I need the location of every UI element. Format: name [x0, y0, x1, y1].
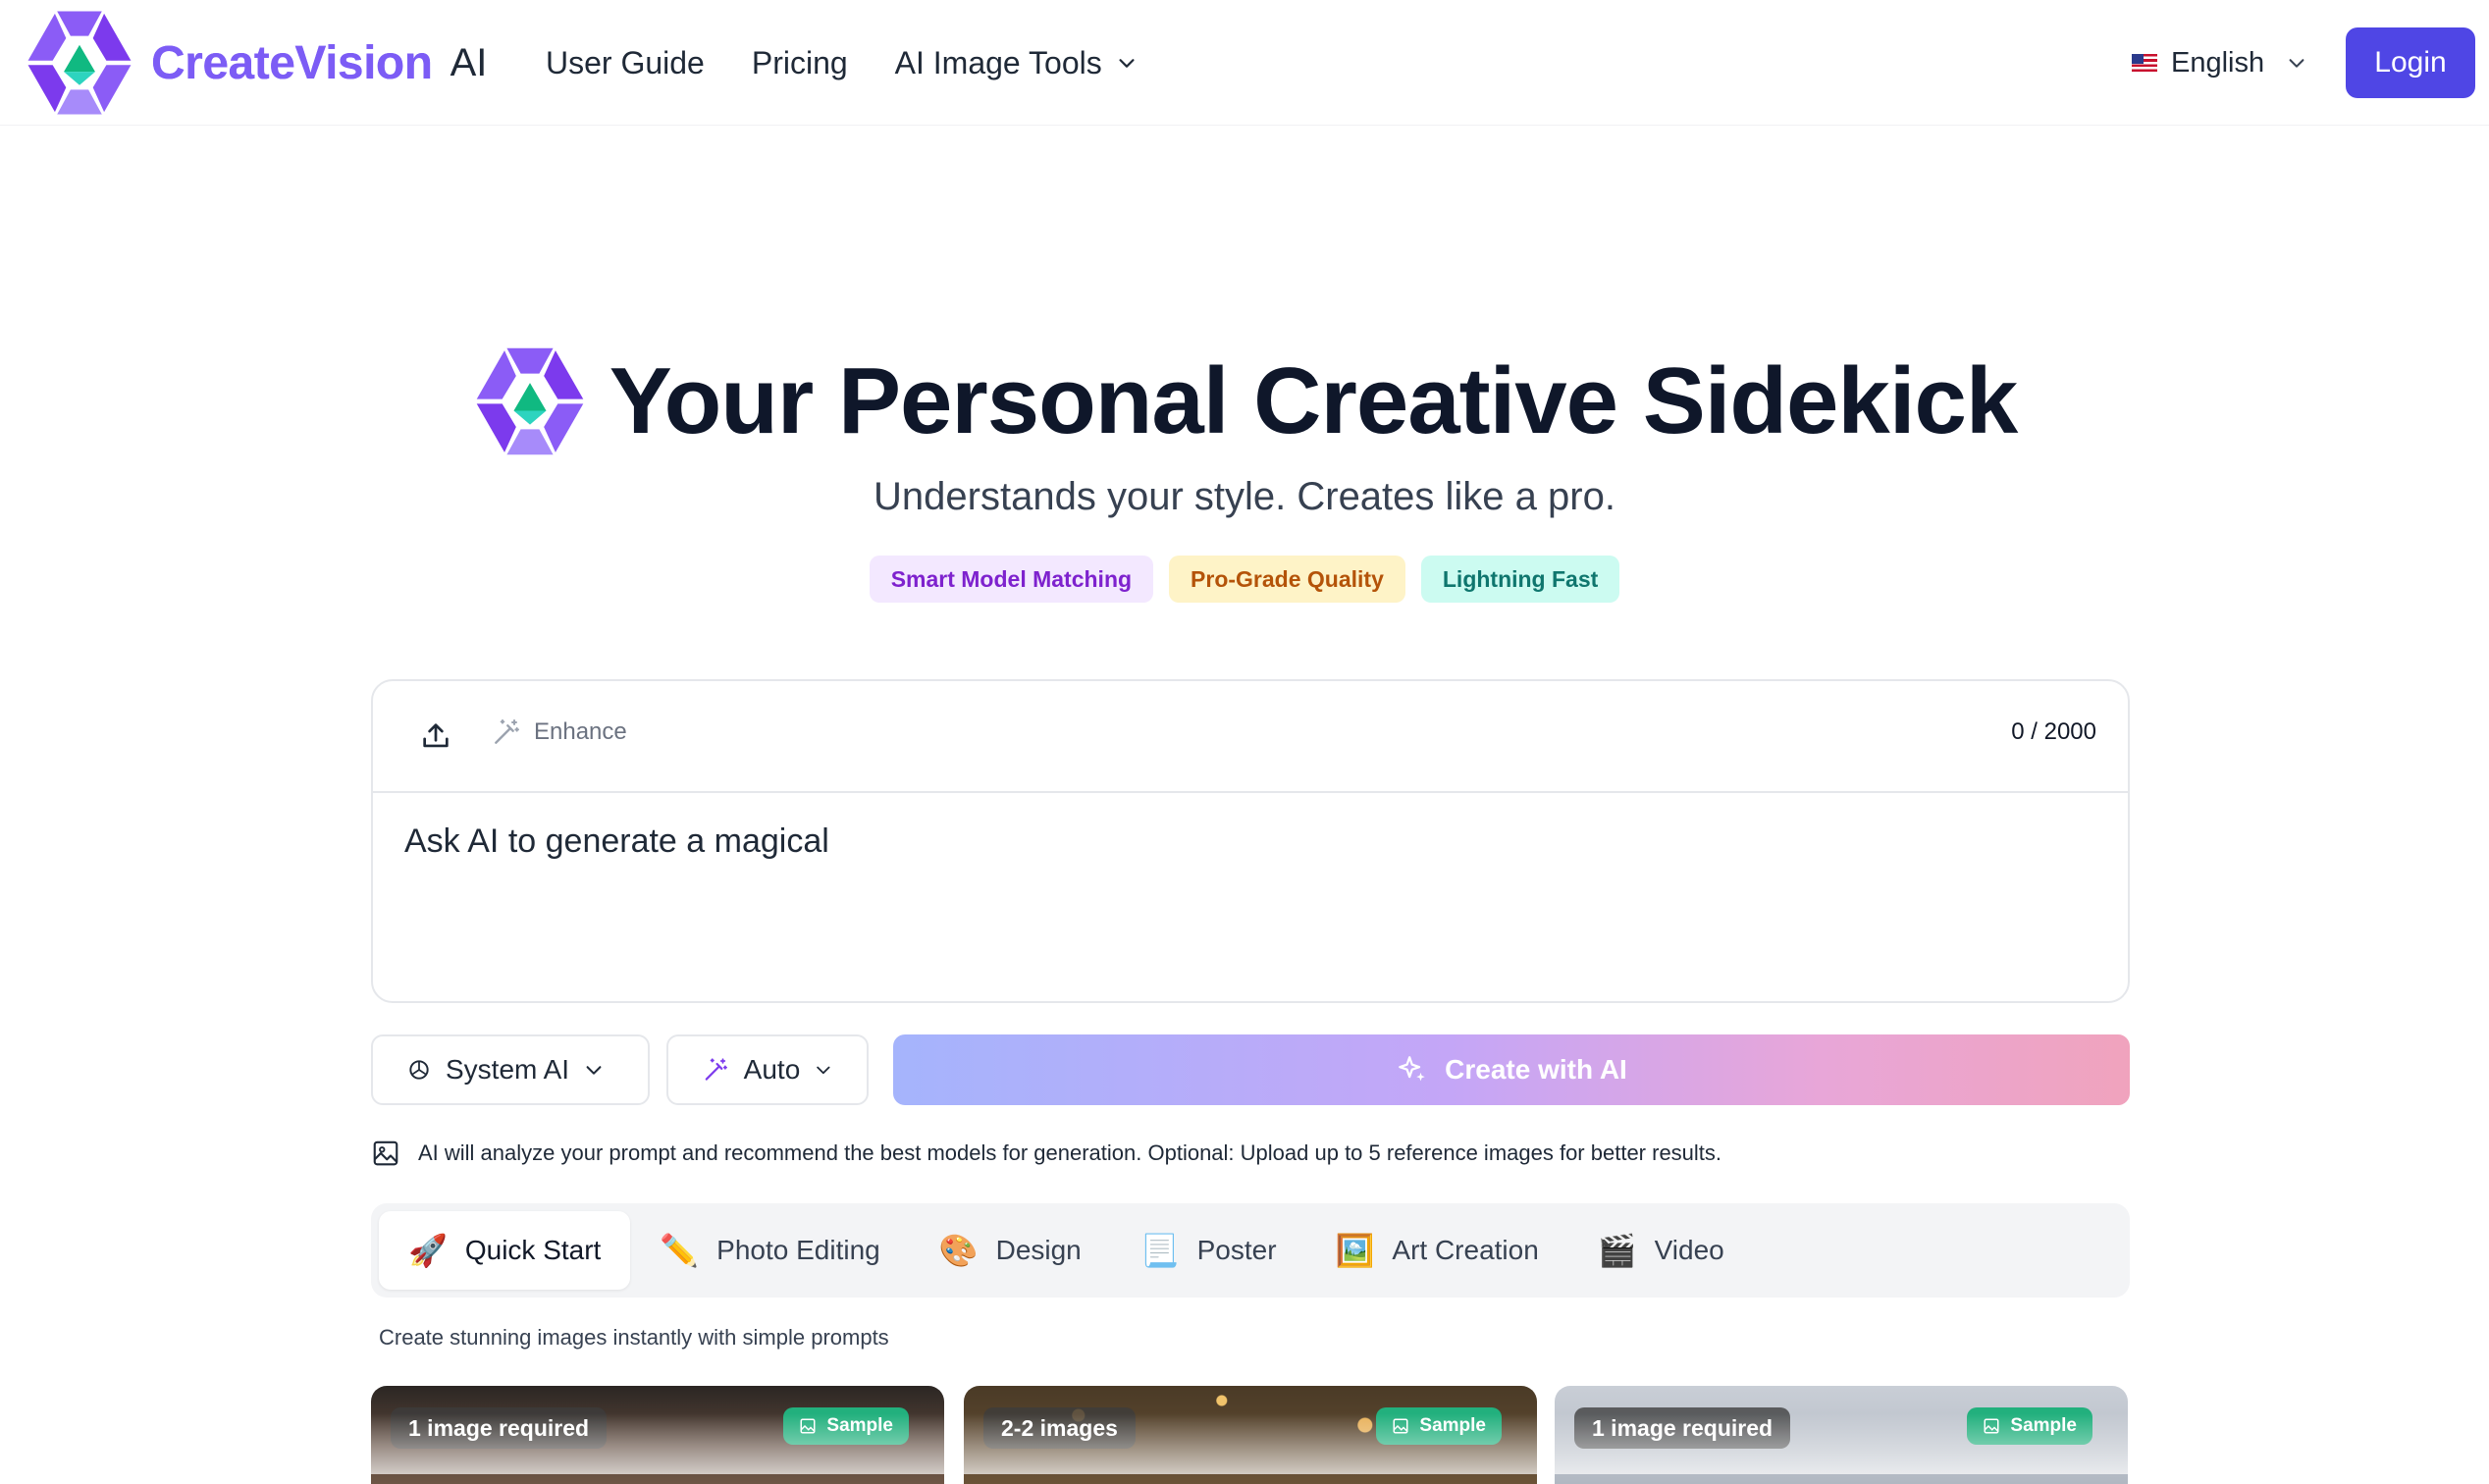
chevron-down-icon: [2289, 59, 2304, 68]
hero-subtitle: Understands your style. Creates like a p…: [874, 475, 1615, 518]
sample-label: Sample: [1419, 1415, 1486, 1436]
tab-label: Poster: [1196, 1235, 1277, 1265]
tab-label: Quick Start: [464, 1235, 602, 1265]
chevron-down-icon: [817, 1066, 830, 1075]
model-select[interactable]: System AI: [371, 1034, 650, 1105]
upload-image-button[interactable]: [416, 716, 455, 756]
tab-poster[interactable]: 📃 Poster: [1111, 1211, 1306, 1290]
tab-video[interactable]: 🎬 Video: [1568, 1211, 1754, 1290]
sample-badge: Sample: [1376, 1407, 1502, 1445]
prompt-hint: AI will analyze your prompt and recommen…: [371, 1139, 1721, 1168]
nav-user-guide[interactable]: User Guide: [546, 45, 705, 81]
nav-ai-image-tools[interactable]: AI Image Tools: [895, 45, 1138, 81]
tab-label: Design: [995, 1235, 1082, 1265]
rocket-icon: 🚀: [408, 1233, 448, 1268]
nav-pricing[interactable]: Pricing: [752, 45, 848, 81]
upload-icon: [423, 723, 449, 748]
template-card[interactable]: 2-2 images Sample: [964, 1386, 1537, 1484]
template-card[interactable]: 1 image required Sample: [1555, 1386, 2128, 1484]
page-title: Your Personal Creative Sidekick: [609, 348, 2019, 453]
badge-lightning-fast: Lightning Fast: [1420, 556, 1620, 603]
category-tabs: 🚀 Quick Start ✏️ Photo Editing 🎨 Design …: [371, 1203, 2130, 1298]
framed-picture-icon: 🖼️: [1335, 1233, 1375, 1268]
image-requirement-badge: 1 image required: [391, 1407, 608, 1449]
tab-design[interactable]: 🎨 Design: [910, 1211, 1111, 1290]
top-navigation-bar: CreateVision AI User Guide Pricing AI Im…: [0, 0, 2489, 126]
create-with-ai-button[interactable]: Create with AI: [893, 1034, 2130, 1105]
create-button-label: Create with AI: [1445, 1054, 1627, 1085]
tab-label: Video: [1654, 1235, 1724, 1265]
tab-art-creation[interactable]: 🖼️ Art Creation: [1306, 1211, 1568, 1290]
sample-label: Sample: [826, 1415, 893, 1436]
tab-photo-editing[interactable]: ✏️ Photo Editing: [630, 1211, 909, 1290]
openai-icon: [409, 1060, 429, 1080]
character-counter: 0 / 2000: [2011, 718, 2096, 745]
image-icon: [1393, 1418, 1408, 1434]
image-icon: [1984, 1418, 1999, 1434]
brand-name: CreateVision: [151, 36, 433, 89]
hero-heading: Your Personal Creative Sidekick: [0, 344, 2489, 459]
enhance-label: Enhance: [534, 718, 627, 745]
pencil-icon: ✏️: [660, 1233, 700, 1268]
enhance-button[interactable]: Enhance: [491, 716, 627, 748]
mode-select-value: Auto: [743, 1054, 801, 1085]
palette-icon: 🎨: [938, 1233, 979, 1268]
magic-wand-icon: [495, 719, 519, 744]
brand-suffix: AI: [450, 40, 488, 84]
feature-badges: Smart Model Matching Pro-Grade Quality L…: [0, 556, 2489, 603]
tab-label: Photo Editing: [716, 1235, 880, 1265]
badge-smart-model-matching: Smart Model Matching: [869, 556, 1154, 603]
createvision-logo-icon: [476, 347, 583, 455]
image-requirement-badge: 2-2 images: [983, 1407, 1136, 1449]
prompt-editor: Enhance 0 / 2000 Ask AI to generate a ma…: [371, 679, 2130, 1003]
tab-label: Art Creation: [1392, 1235, 1539, 1265]
prompt-toolbar: Enhance 0 / 2000: [373, 681, 2128, 793]
clapper-board-icon: 🎬: [1597, 1233, 1637, 1268]
image-icon: [800, 1418, 816, 1434]
badge-pro-grade-quality: Pro-Grade Quality: [1169, 556, 1405, 603]
image-requirement-badge: 1 image required: [1574, 1407, 1791, 1449]
sample-badge: Sample: [783, 1407, 909, 1445]
magic-wand-icon: [705, 1058, 727, 1081]
model-select-value: System AI: [446, 1054, 570, 1085]
chevron-down-icon: [586, 1066, 602, 1075]
hint-text: AI will analyze your prompt and recommen…: [418, 1140, 1722, 1165]
sample-badge: Sample: [1967, 1407, 2092, 1445]
createvision-logo-icon: [27, 11, 132, 115]
scroll-icon: 📃: [1139, 1233, 1180, 1268]
language-selector[interactable]: English: [2132, 39, 2307, 86]
login-button[interactable]: Login: [2346, 27, 2475, 98]
nav-ai-image-tools-label: AI Image Tools: [894, 44, 1102, 80]
language-label: English: [2171, 46, 2265, 79]
mode-select[interactable]: Auto: [666, 1034, 869, 1105]
prompt-input[interactable]: Ask AI to generate a magical: [404, 822, 829, 861]
main-nav: User Guide Pricing AI Image Tools: [546, 0, 1138, 126]
tab-description: Create stunning images instantly with si…: [379, 1325, 889, 1350]
sample-label: Sample: [2010, 1415, 2077, 1436]
us-flag-icon: [2132, 54, 2157, 72]
chevron-down-icon: [1119, 59, 1135, 68]
template-card[interactable]: 1 image required Sample: [371, 1386, 944, 1484]
image-icon: [373, 1140, 398, 1166]
brand-logo-link[interactable]: CreateVision AI: [24, 8, 487, 118]
tab-quick-start[interactable]: 🚀 Quick Start: [379, 1211, 631, 1290]
sparkles-icon: [1399, 1056, 1425, 1082]
